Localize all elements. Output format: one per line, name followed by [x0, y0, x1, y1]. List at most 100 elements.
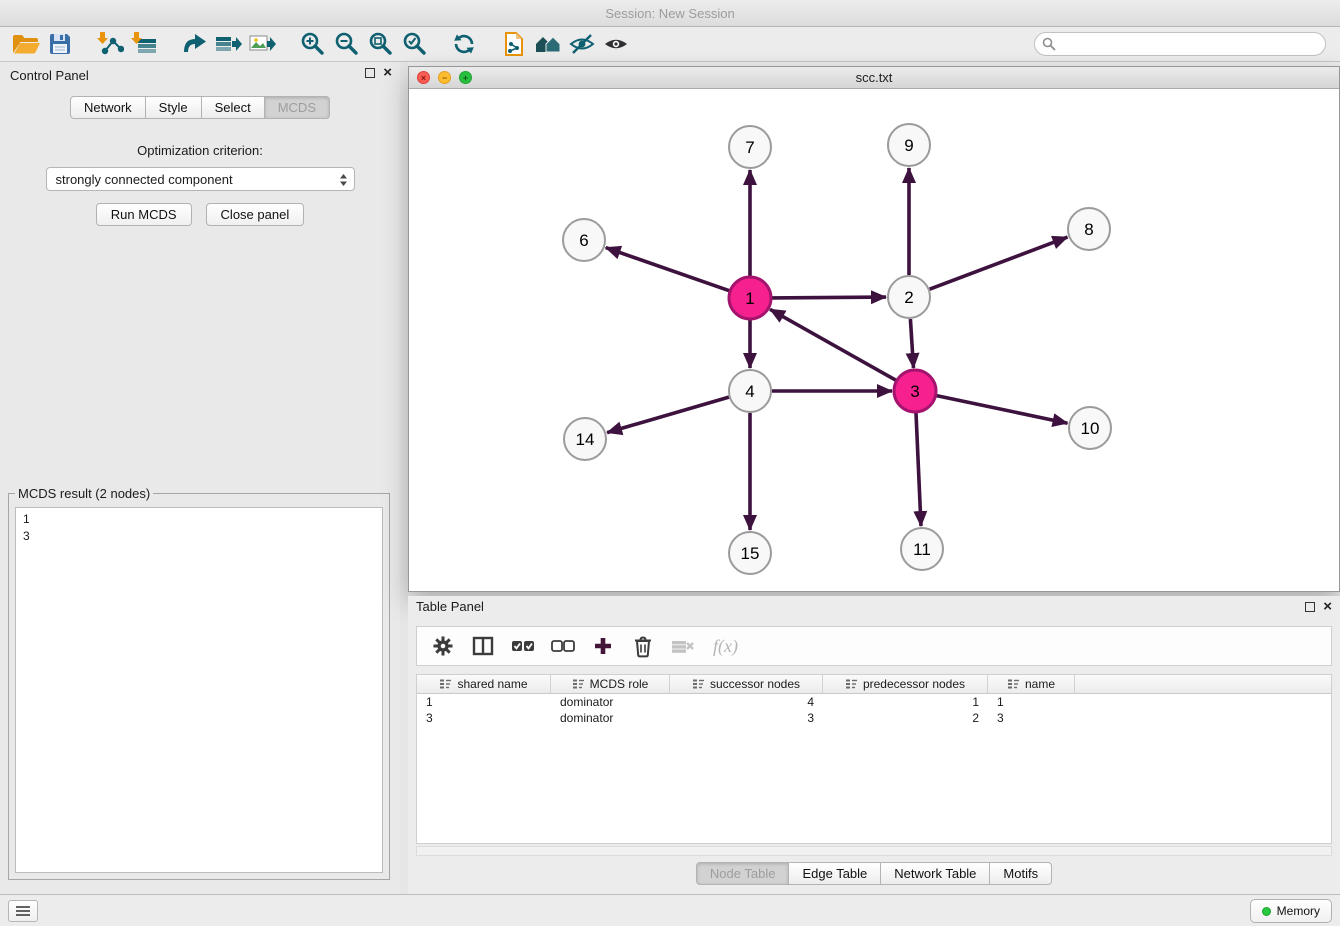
first-neighbors-button[interactable] [532, 29, 564, 59]
deselect-all-button[interactable] [547, 630, 579, 662]
column-header-MCDS-role[interactable]: MCDS role [551, 675, 670, 693]
open-session-button[interactable] [10, 29, 42, 59]
delete-table-button[interactable] [667, 630, 699, 662]
table-cell[interactable]: 3 [670, 710, 823, 726]
float-table-panel-icon[interactable] [1305, 602, 1315, 612]
edge-3-11[interactable] [916, 413, 921, 526]
node-label-4: 4 [745, 382, 754, 401]
edge-1-2[interactable] [772, 297, 886, 298]
tab-edge-table[interactable]: Edge Table [788, 862, 881, 885]
table-panel-tabs: Node TableEdge TableNetwork TableMotifs [408, 862, 1340, 885]
panel-menu-button[interactable] [8, 900, 38, 922]
network-view-window: × − + scc.txt 7968124314101511 [408, 66, 1340, 592]
zoom-in-icon [299, 31, 325, 57]
table-panel-title: Table Panel [416, 599, 484, 614]
criterion-dropdown[interactable]: strongly connected component [46, 167, 355, 191]
close-table-panel-icon[interactable]: × [1323, 602, 1332, 612]
column-label: predecessor nodes [863, 677, 965, 691]
mcds-result-text[interactable]: 1 3 [15, 507, 383, 873]
refresh-icon [451, 31, 477, 57]
edge-1-6[interactable] [606, 248, 730, 291]
table-horizontal-scrollbar[interactable] [416, 846, 1332, 856]
minimize-window-icon[interactable]: − [438, 71, 451, 84]
export-table-button[interactable] [212, 29, 244, 59]
add-row-button[interactable] [587, 630, 619, 662]
tab-select[interactable]: Select [201, 96, 265, 119]
table-cell[interactable]: dominator [551, 694, 670, 710]
toolbar-group [10, 29, 76, 59]
memory-button[interactable]: Memory [1250, 899, 1332, 923]
table-cell[interactable]: dominator [551, 710, 670, 726]
edge-2-8[interactable] [930, 237, 1068, 289]
toolbar-group [94, 29, 160, 59]
save-session-button[interactable] [44, 29, 76, 59]
mcds-result-title: MCDS result (2 nodes) [15, 486, 153, 501]
tab-network[interactable]: Network [70, 96, 146, 119]
refresh-button[interactable] [448, 29, 480, 59]
column-header-successor-nodes[interactable]: successor nodes [670, 675, 823, 693]
table-cell[interactable]: 3 [417, 710, 551, 726]
table-cell[interactable]: 4 [670, 694, 823, 710]
edge-3-10[interactable] [937, 396, 1068, 424]
criterion-dropdown-value: strongly connected component [56, 172, 233, 187]
function-builder-icon[interactable]: f(x) [713, 636, 738, 657]
deselect-all-icon [550, 634, 576, 658]
column-header-predecessor-nodes[interactable]: predecessor nodes [823, 675, 988, 693]
run-mcds-button[interactable]: Run MCDS [96, 203, 192, 226]
tab-network-table[interactable]: Network Table [880, 862, 990, 885]
show-all-button[interactable] [600, 29, 632, 59]
settings-button[interactable] [427, 630, 459, 662]
table-cell[interactable]: 1 [823, 694, 988, 710]
show-all-icon [602, 31, 630, 57]
import-table-button[interactable] [128, 29, 160, 59]
edge-2-3[interactable] [910, 319, 913, 368]
table-row[interactable]: 3dominator323 [417, 710, 1331, 726]
search-icon [1042, 37, 1056, 51]
panel-splitter[interactable] [400, 62, 408, 894]
close-window-icon[interactable]: × [417, 71, 430, 84]
zoom-fit-button[interactable] [364, 29, 396, 59]
table-cell[interactable]: 1 [417, 694, 551, 710]
hide-selected-icon [568, 31, 596, 57]
search-input[interactable] [1034, 32, 1326, 56]
export-image-button[interactable] [246, 29, 278, 59]
column-header-shared-name[interactable]: shared name [417, 675, 551, 693]
tab-node-table[interactable]: Node Table [696, 862, 790, 885]
export-network-button[interactable] [178, 29, 210, 59]
sort-icon [692, 678, 705, 690]
table-cell[interactable]: 3 [988, 710, 1075, 726]
edge-3-1[interactable] [770, 309, 896, 380]
tab-mcds[interactable]: MCDS [264, 96, 330, 119]
maximize-window-icon[interactable]: + [459, 71, 472, 84]
import-network-button[interactable] [94, 29, 126, 59]
zoom-out-button[interactable] [330, 29, 362, 59]
zoom-fit-icon [367, 31, 393, 57]
close-panel-button[interactable]: Close panel [206, 203, 305, 226]
zoom-selected-button[interactable] [398, 29, 430, 59]
table-cell[interactable]: 1 [988, 694, 1075, 710]
memory-status-dot [1262, 907, 1271, 916]
columns-button[interactable] [467, 630, 499, 662]
optimization-criterion-label: Optimization criterion: [0, 143, 400, 158]
select-all-icon [510, 634, 536, 658]
delete-row-button[interactable] [627, 630, 659, 662]
node-label-7: 7 [745, 138, 754, 157]
network-canvas[interactable]: 7968124314101511 [409, 89, 1339, 591]
sort-icon [572, 678, 585, 690]
copy-view-button[interactable] [498, 29, 530, 59]
select-all-button[interactable] [507, 630, 539, 662]
zoom-in-button[interactable] [296, 29, 328, 59]
tab-motifs[interactable]: Motifs [989, 862, 1052, 885]
column-header-name[interactable]: name [988, 675, 1075, 693]
main-toolbar [0, 27, 1340, 62]
node-label-10: 10 [1081, 419, 1100, 438]
table-cell[interactable]: 2 [823, 710, 988, 726]
float-panel-icon[interactable] [365, 68, 375, 78]
edge-4-14[interactable] [607, 397, 729, 433]
network-window-titlebar[interactable]: × − + scc.txt [409, 67, 1339, 89]
table-row[interactable]: 1dominator411 [417, 694, 1331, 710]
node-label-14: 14 [576, 430, 595, 449]
close-panel-icon[interactable]: × [383, 68, 392, 78]
tab-style[interactable]: Style [145, 96, 202, 119]
hide-selected-button[interactable] [566, 29, 598, 59]
